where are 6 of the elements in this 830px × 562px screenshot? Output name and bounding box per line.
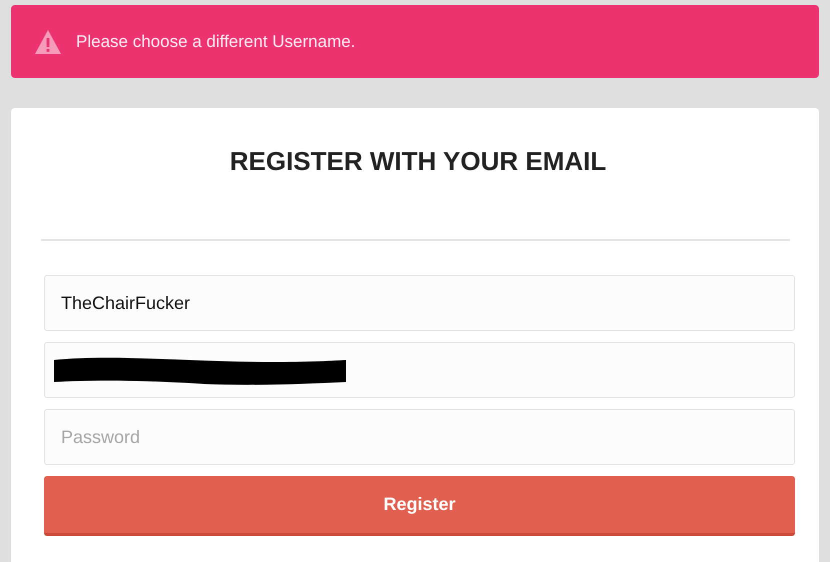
- password-field[interactable]: Password: [44, 409, 795, 465]
- register-button[interactable]: Register: [44, 476, 795, 536]
- alert-message: Please choose a different Username.: [76, 32, 356, 52]
- warning-icon: [34, 28, 62, 54]
- input-field[interactable]: TheChairFucker: [44, 275, 795, 331]
- form-title: REGISTER WITH YOUR EMAIL: [230, 146, 606, 177]
